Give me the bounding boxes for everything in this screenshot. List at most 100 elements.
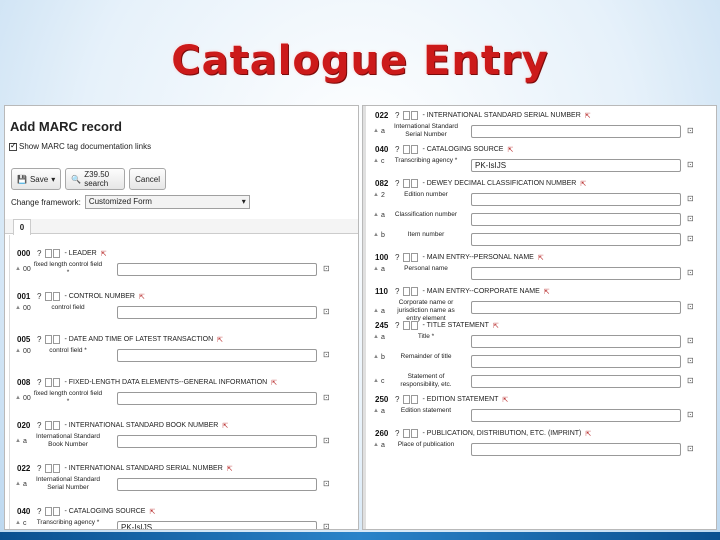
drag-handle-icon[interactable]: ▲ <box>373 408 381 414</box>
indicator-2[interactable] <box>411 179 419 188</box>
save-button[interactable]: 💾 Save ▾ <box>11 168 62 190</box>
indicator-1[interactable] <box>403 395 411 404</box>
indicator-2[interactable] <box>53 292 61 301</box>
help-link[interactable]: ? <box>37 292 41 301</box>
subfield-input[interactable] <box>117 478 317 491</box>
indicator-boxes[interactable] <box>403 321 419 330</box>
subfield-input[interactable] <box>117 263 317 276</box>
indicator-boxes[interactable] <box>403 429 419 438</box>
drag-handle-icon[interactable]: ▲ <box>373 378 381 384</box>
marc-doc-icon[interactable]: ⇱ <box>585 430 591 438</box>
indicator-2[interactable] <box>53 507 61 516</box>
help-link[interactable]: ? <box>37 464 41 473</box>
help-link[interactable]: ? <box>37 249 41 258</box>
marc-doc-icon[interactable]: ⇱ <box>227 465 233 473</box>
subfield-input[interactable] <box>471 125 681 138</box>
field-tool-icon[interactable]: ⊡ <box>687 356 694 365</box>
marc-doc-icon[interactable]: ⇱ <box>271 379 277 387</box>
indicator-1[interactable] <box>45 378 53 387</box>
indicator-1[interactable] <box>45 335 53 344</box>
marc-doc-icon[interactable]: ⇱ <box>544 288 550 296</box>
field-tool-icon[interactable]: ⊡ <box>323 393 330 402</box>
indicator-2[interactable] <box>53 249 61 258</box>
drag-handle-icon[interactable]: ▲ <box>373 308 381 314</box>
marc-doc-icon[interactable]: ⇱ <box>101 250 107 258</box>
subfield-input[interactable] <box>471 213 681 226</box>
field-tool-icon[interactable]: ⊡ <box>687 336 694 345</box>
marc-doc-icon[interactable]: ⇱ <box>493 322 499 330</box>
subfield-input[interactable] <box>471 355 681 368</box>
subfield-input[interactable]: PK-IsIJS <box>471 159 681 172</box>
framework-select[interactable]: Customized Form ▾ <box>84 195 250 209</box>
subfield-input[interactable] <box>471 375 681 388</box>
z3950-search-button[interactable]: 🔍 Z39.50 search <box>65 168 126 190</box>
subfield-input[interactable]: PK-IsIJS <box>117 521 317 529</box>
show-marc-toggle[interactable]: Show MARC tag documentation links <box>9 141 151 151</box>
indicator-boxes[interactable] <box>45 335 61 344</box>
subfield-input[interactable] <box>117 435 317 448</box>
field-tool-icon[interactable]: ⊡ <box>687 444 694 453</box>
field-tool-icon[interactable]: ⊡ <box>687 214 694 223</box>
help-link[interactable]: ? <box>395 429 399 438</box>
drag-handle-icon[interactable]: ▲ <box>15 438 23 444</box>
indicator-1[interactable] <box>45 507 53 516</box>
indicator-2[interactable] <box>53 421 61 430</box>
indicator-boxes[interactable] <box>45 421 61 430</box>
field-tool-icon[interactable]: ⊡ <box>687 268 694 277</box>
indicator-1[interactable] <box>45 292 53 301</box>
marc-doc-icon[interactable]: ⇱ <box>585 112 591 120</box>
drag-handle-icon[interactable]: ▲ <box>373 266 381 272</box>
marc-doc-icon[interactable]: ⇱ <box>502 396 508 404</box>
subfield-input[interactable] <box>471 409 681 422</box>
marc-doc-icon[interactable]: ⇱ <box>222 422 228 430</box>
indicator-boxes[interactable] <box>45 464 61 473</box>
subfield-input[interactable] <box>471 267 681 280</box>
field-tool-icon[interactable]: ⊡ <box>687 410 694 419</box>
indicator-1[interactable] <box>45 249 53 258</box>
indicator-2[interactable] <box>411 287 419 296</box>
indicator-1[interactable] <box>403 179 411 188</box>
indicator-1[interactable] <box>45 421 53 430</box>
help-link[interactable]: ? <box>395 145 399 154</box>
indicator-1[interactable] <box>403 321 411 330</box>
help-link[interactable]: ? <box>37 335 41 344</box>
drag-handle-icon[interactable]: ▲ <box>373 354 381 360</box>
field-tool-icon[interactable]: ⊡ <box>687 126 694 135</box>
help-link[interactable]: ? <box>37 421 41 430</box>
indicator-2[interactable] <box>53 464 61 473</box>
subfield-input[interactable] <box>117 349 317 362</box>
indicator-2[interactable] <box>53 378 61 387</box>
indicator-boxes[interactable] <box>45 249 61 258</box>
indicator-boxes[interactable] <box>403 287 419 296</box>
field-tool-icon[interactable]: ⊡ <box>687 160 694 169</box>
help-link[interactable]: ? <box>37 507 41 516</box>
drag-handle-icon[interactable]: ▲ <box>15 266 23 272</box>
marc-doc-icon[interactable]: ⇱ <box>507 146 513 154</box>
subfield-input[interactable] <box>471 233 681 246</box>
drag-handle-icon[interactable]: ▲ <box>373 128 381 134</box>
field-tool-icon[interactable]: ⊡ <box>687 302 694 311</box>
drag-handle-icon[interactable]: ▲ <box>15 305 23 311</box>
indicator-boxes[interactable] <box>45 292 61 301</box>
drag-handle-icon[interactable]: ▲ <box>373 192 381 198</box>
field-tool-icon[interactable]: ⊡ <box>323 350 330 359</box>
indicator-boxes[interactable] <box>45 507 61 516</box>
subfield-input[interactable] <box>471 335 681 348</box>
indicator-2[interactable] <box>411 145 419 154</box>
drag-handle-icon[interactable]: ▲ <box>15 520 23 526</box>
indicator-boxes[interactable] <box>45 378 61 387</box>
indicator-2[interactable] <box>411 321 419 330</box>
field-tool-icon[interactable]: ⊡ <box>687 234 694 243</box>
subfield-input[interactable] <box>471 193 681 206</box>
indicator-1[interactable] <box>403 253 411 262</box>
help-link[interactable]: ? <box>395 321 399 330</box>
indicator-1[interactable] <box>403 145 411 154</box>
indicator-boxes[interactable] <box>403 145 419 154</box>
subfield-input[interactable] <box>471 301 681 314</box>
indicator-boxes[interactable] <box>403 253 419 262</box>
indicator-boxes[interactable] <box>403 111 419 120</box>
help-link[interactable]: ? <box>395 253 399 262</box>
tab-0[interactable]: 0 <box>13 219 31 235</box>
help-link[interactable]: ? <box>395 395 399 404</box>
help-link[interactable]: ? <box>37 378 41 387</box>
